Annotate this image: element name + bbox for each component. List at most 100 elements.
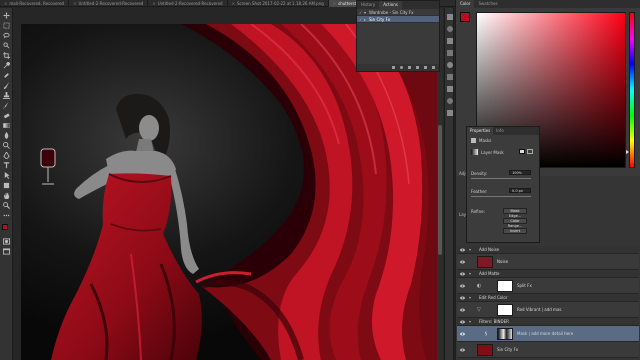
action-set-label: Wardrobe - Sin City Fx [369, 9, 414, 15]
layer-mask-thumbnail[interactable] [497, 304, 513, 316]
action-row-selected[interactable]: ✓ ▸ Sin City Fx [357, 16, 439, 23]
visibility-eye-icon[interactable] [460, 272, 465, 276]
layer-row[interactable]: ◐ Split Fx [457, 278, 639, 294]
layer-thumbnail [477, 256, 493, 268]
type-tool-icon[interactable] [3, 162, 10, 169]
shape-tool-icon[interactable] [3, 182, 10, 189]
pixel-mask-button[interactable] [519, 149, 525, 154]
hand-tool-icon[interactable] [3, 192, 10, 199]
visibility-eye-icon[interactable] [460, 308, 465, 312]
doc-tab[interactable]: × Untitled-2-Recovered-Recovered [69, 0, 149, 7]
history-brush-tool-icon[interactable] [3, 102, 10, 109]
layer-group[interactable]: ▾ Add Matte [457, 270, 639, 278]
zoom-tool-icon[interactable] [3, 202, 10, 209]
tool-presets-dock-icon[interactable] [447, 110, 453, 116]
layer-thumbnail [477, 344, 493, 356]
doc-tab[interactable]: × Untitled-2-Recovered-Recovered [148, 0, 228, 7]
new-set-icon[interactable] [416, 66, 419, 69]
crop-tool-icon[interactable] [3, 52, 10, 59]
layer-row[interactable]: Noise [457, 254, 639, 270]
lasso-tool-icon[interactable] [3, 32, 10, 39]
hue-slider-knob[interactable] [626, 150, 629, 154]
play-icon[interactable] [408, 66, 411, 69]
visibility-eye-icon[interactable] [460, 320, 465, 324]
visibility-eye-icon[interactable] [460, 260, 465, 264]
density-field[interactable]: 100% [509, 170, 531, 175]
layer-group[interactable]: ▾ Filters: BINDER [457, 318, 639, 326]
eyedropper-tool-icon[interactable] [3, 62, 10, 69]
styles-dock-icon[interactable] [447, 86, 453, 92]
visibility-eye-icon[interactable] [460, 284, 465, 288]
close-icon[interactable]: × [4, 0, 7, 7]
chevron-down-icon[interactable]: ▾ [469, 246, 471, 254]
link-icon[interactable]: § [485, 331, 487, 336]
visibility-eye-icon[interactable] [460, 348, 465, 352]
tab-actions[interactable]: Actions [379, 1, 402, 9]
layers-dock-icon[interactable] [447, 14, 453, 20]
healing-tool-icon[interactable] [3, 72, 10, 79]
tab-properties[interactable]: Properties [467, 127, 494, 135]
foreground-color-swatch[interactable] [2, 224, 8, 230]
feather-field[interactable]: 0.0 px [509, 188, 531, 193]
layer-row-selected[interactable]: § Mask | add more detail here [457, 326, 639, 342]
marquee-tool-icon[interactable] [3, 22, 10, 29]
chevron-down-icon[interactable]: ▾ [469, 318, 471, 326]
layer-mask-thumbnail[interactable] [497, 328, 513, 340]
layer-group-name: Add Matte [479, 271, 500, 276]
tab-history[interactable]: History [357, 1, 379, 9]
blur-tool-icon[interactable] [3, 132, 10, 139]
clone-source-dock-icon[interactable] [447, 98, 453, 104]
tab-color[interactable]: Color [456, 0, 475, 8]
dodge-tool-icon[interactable] [3, 142, 10, 149]
move-tool-icon[interactable] [3, 12, 10, 19]
navigator-dock-icon[interactable] [447, 62, 453, 68]
pen-tool-icon[interactable] [3, 152, 10, 159]
character-dock-icon[interactable] [447, 38, 453, 44]
gradient-tool-icon[interactable] [3, 122, 10, 129]
visibility-eye-icon[interactable] [460, 296, 465, 300]
chevron-down-icon[interactable]: ▾ [469, 294, 471, 302]
clone-stamp-tool-icon[interactable] [3, 92, 10, 99]
more-tools-icon[interactable] [3, 212, 10, 219]
foreground-color-chip[interactable] [460, 12, 470, 22]
tab-info[interactable]: Info [493, 127, 507, 135]
doc-tab[interactable]: × mali-Recovered, Recovered [0, 0, 70, 7]
layer-mask-thumbnail[interactable] [497, 280, 513, 292]
close-icon[interactable]: × [152, 0, 155, 7]
record-icon[interactable] [400, 66, 403, 69]
invert-button[interactable]: Invert [503, 228, 527, 234]
close-icon[interactable]: × [73, 0, 76, 7]
tab-swatches[interactable]: Swatches [474, 0, 501, 8]
document-canvas[interactable] [21, 24, 437, 360]
quick-select-tool-icon[interactable] [3, 42, 10, 49]
eraser-tool-icon[interactable] [3, 112, 10, 119]
brush-dock-icon[interactable] [447, 26, 453, 32]
visibility-eye-icon[interactable] [460, 332, 465, 336]
layer-group[interactable]: ▾ Edit Red Color [457, 294, 639, 302]
stop-icon[interactable] [392, 66, 395, 69]
screen-mode-icon[interactable] [3, 248, 10, 255]
density-slider[interactable] [471, 178, 531, 179]
color-range-button[interactable]: Color Range... [503, 218, 527, 228]
doc-tab[interactable]: × Screen Shot 2017-02-22 at 1.18.26 AM.pn… [228, 0, 329, 7]
histogram-dock-icon[interactable] [447, 74, 453, 80]
path-select-tool-icon[interactable] [3, 172, 10, 179]
close-icon[interactable]: × [232, 0, 235, 7]
vector-mask-button[interactable] [527, 149, 533, 154]
quick-mask-icon[interactable] [3, 238, 10, 245]
trash-icon[interactable] [432, 66, 435, 69]
new-action-icon[interactable] [424, 66, 427, 69]
paragraph-dock-icon[interactable] [447, 50, 453, 56]
close-icon[interactable]: × [333, 0, 336, 7]
brush-tool-icon[interactable] [3, 82, 10, 89]
chevron-down-icon[interactable]: ▾ [469, 270, 471, 278]
layer-row[interactable]: ▽ Red Vibrant | add mas [457, 302, 639, 318]
mask-edge-button[interactable]: Mask Edge... [503, 208, 527, 218]
layer-row[interactable]: Sin City Fx [457, 342, 639, 358]
hue-slider[interactable] [629, 12, 635, 168]
action-set-row[interactable]: ✓ ▾ Wardrobe - Sin City Fx [357, 9, 439, 16]
layer-group[interactable]: ▾ Add Noise [457, 246, 639, 254]
feather-slider[interactable] [471, 196, 531, 197]
scrollbar-thumb[interactable] [438, 125, 442, 255]
visibility-eye-icon[interactable] [460, 248, 465, 252]
